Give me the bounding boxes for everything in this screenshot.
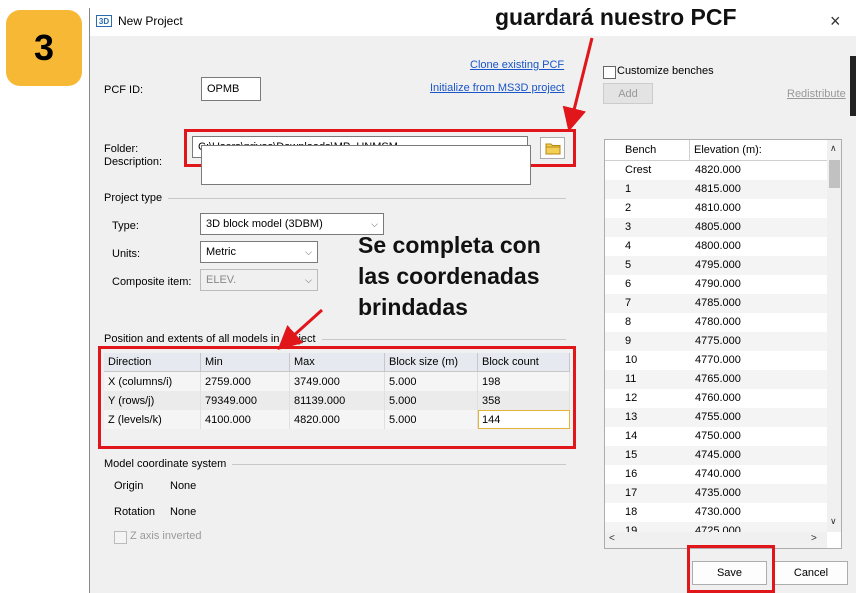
scroll-left-icon[interactable]: < [609,533,615,544]
background-window-edge [850,56,856,116]
bench-name: 15 [625,449,638,461]
bench-elevation: 4790.000 [695,278,741,290]
bench-row[interactable]: 9 4775.000 [605,332,827,351]
bench-row[interactable]: Crest 4820.000 [605,161,827,180]
bench-row[interactable]: 12 4760.000 [605,389,827,408]
scroll-right-icon[interactable]: > [811,533,817,544]
bench-name: 14 [625,430,638,442]
bench-name: 16 [625,468,638,480]
bench-name: 6 [625,278,632,290]
bench-name: 11 [625,373,637,385]
bench-name: 4 [625,240,632,252]
bench-name: Crest [625,164,652,176]
bench-name: 7 [625,297,632,309]
bench-elevation: 4755.000 [695,411,741,423]
bench-elevation: 4785.000 [695,297,741,309]
step-badge: 3 [6,10,82,86]
bench-name: 1 [625,183,632,195]
bench-elevation: 4780.000 [695,316,741,328]
bench-elevation: 4740.000 [695,468,741,480]
save-highlight-box [687,545,775,593]
bench-elevation: 4765.000 [695,373,741,385]
bench-elevation: 4745.000 [695,449,741,461]
add-bench-button: Add [603,83,653,104]
customize-benches-label: Customize benches [617,65,714,77]
bench-row[interactable]: 6 4790.000 [605,275,827,294]
bench-row[interactable]: 18 4730.000 [605,503,827,522]
bench-row[interactable]: 7 4785.000 [605,294,827,313]
bench-name: 18 [625,506,638,518]
arrow-to-extents [277,308,324,351]
bench-row[interactable]: 14 4750.000 [605,427,827,446]
bench-row[interactable]: 3 4805.000 [605,218,827,237]
bench-elevation: 4760.000 [695,392,741,404]
cancel-button[interactable]: Cancel [774,561,848,585]
bench-elevation: 4810.000 [695,202,741,214]
bench-elevation: 4750.000 [695,430,741,442]
vertical-scrollbar[interactable]: ∧ ∨ [827,140,841,532]
bench-row[interactable]: 10 4770.000 [605,351,827,370]
bench-name: 5 [625,259,632,271]
bench-elevation: 4800.000 [695,240,741,252]
bench-elevation: 4805.000 [695,221,741,233]
col-elevation[interactable]: Elevation (m): [689,140,827,160]
new-project-dialog: 3D New Project × Clone existing PCF Init… [89,4,856,593]
bench-row[interactable]: 4 4800.000 [605,237,827,256]
bench-name: 13 [625,411,638,423]
bench-elevation: 4770.000 [695,354,741,366]
bench-list[interactable]: Bench Elevation (m): Crest 4820.000 1 4815.… [604,139,842,549]
bench-row[interactable]: 17 4735.000 [605,484,827,503]
bench-row[interactable]: 15 4745.000 [605,446,827,465]
col-bench[interactable]: Bench [605,140,689,160]
scroll-thumb[interactable] [829,160,840,188]
bench-elevation: 4775.000 [695,335,741,347]
arrow-to-folder [562,37,594,132]
bench-row[interactable]: 1 4815.000 [605,180,827,199]
bench-name: 9 [625,335,632,347]
redistribute-link: Redistribute [787,88,846,100]
bench-name: 17 [625,487,638,499]
bench-elevation: 4735.000 [695,487,741,499]
bench-elevation: 4820.000 [695,164,741,176]
bench-name: 3 [625,221,632,233]
bench-name: 8 [625,316,632,328]
bench-elevation: 4795.000 [695,259,741,271]
bench-list-header: Bench Elevation (m): [605,140,827,161]
bench-name: 2 [625,202,632,214]
customize-benches-checkbox[interactable] [603,66,616,79]
scroll-down-icon[interactable]: ∨ [830,516,837,527]
bench-elevation: 4815.000 [695,183,741,195]
bench-row[interactable]: 8 4780.000 [605,313,827,332]
bench-row[interactable]: 13 4755.000 [605,408,827,427]
scroll-up-icon[interactable]: ∧ [830,143,837,154]
bench-row[interactable]: 2 4810.000 [605,199,827,218]
bench-elevation: 4730.000 [695,506,741,518]
bench-row[interactable]: 11 4765.000 [605,370,827,389]
bench-name: 10 [625,354,638,366]
bench-name: 12 [625,392,638,404]
bench-row[interactable]: 5 4795.000 [605,256,827,275]
bench-row[interactable]: 16 4740.000 [605,465,827,484]
